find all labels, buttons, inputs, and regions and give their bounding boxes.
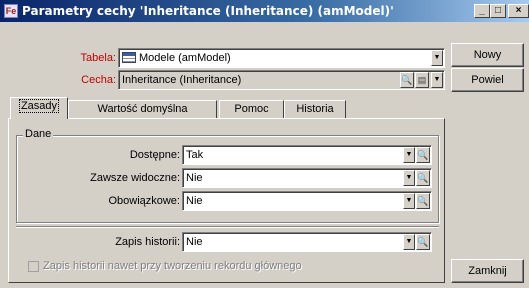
tab-historia[interactable]: Historia bbox=[284, 100, 346, 119]
zapis-historii-label: Zapis historii: bbox=[115, 236, 180, 248]
cecha-value: Inheritance (Inheritance) bbox=[122, 74, 242, 86]
zapis-historii-checkbox[interactable] bbox=[28, 261, 39, 272]
cecha-zoom-icon[interactable]: 🔍 bbox=[400, 72, 414, 88]
zawsze-widoczne-zoom-icon[interactable]: 🔍 bbox=[416, 170, 430, 186]
dostepne-zoom-icon[interactable]: 🔍 bbox=[416, 147, 430, 163]
obowiazkowe-field[interactable]: Nie bbox=[182, 191, 432, 211]
window-title: Parametry cechy 'Inheritance (Inheritanc… bbox=[22, 4, 394, 18]
maximize-button[interactable]: □ bbox=[490, 4, 506, 18]
obowiazkowe-label: Obowiązkowe: bbox=[108, 195, 180, 207]
minimize-button[interactable]: _ bbox=[474, 4, 490, 18]
zawsze-widoczne-field[interactable]: Nie bbox=[182, 168, 432, 188]
dostepne-label: Dostępne: bbox=[129, 149, 180, 161]
app-icon: Fe bbox=[4, 4, 18, 18]
tab-pomoc[interactable]: Pomoc bbox=[219, 100, 284, 119]
tabela-value: Modele (amModel) bbox=[139, 52, 231, 64]
dane-group-label: Dane bbox=[23, 128, 54, 141]
close-button[interactable]: × bbox=[508, 4, 529, 18]
zamknij-button[interactable]: Zamknij bbox=[451, 259, 524, 283]
zapis-historii-field[interactable]: Nie bbox=[182, 232, 432, 252]
zapis-historii-checkbox-label: Zapis historii nawet przy tworzeniu reko… bbox=[43, 260, 302, 272]
dostepne-field[interactable]: Tak bbox=[182, 145, 432, 165]
zapis-historii-dropdown-icon[interactable]: ▼ bbox=[403, 234, 415, 250]
cecha-field[interactable]: Inheritance (Inheritance) bbox=[118, 70, 445, 90]
zapis-historii-zoom-icon[interactable]: 🔍 bbox=[416, 234, 430, 250]
powiel-button[interactable]: Powiel bbox=[451, 68, 524, 92]
zawsze-widoczne-dropdown-icon[interactable]: ▼ bbox=[403, 170, 415, 186]
tabela-field[interactable]: Modele (amModel) bbox=[118, 48, 445, 68]
nowy-button[interactable]: Nowy bbox=[451, 43, 524, 67]
tabela-label: Tabela: bbox=[80, 52, 116, 64]
tabela-dropdown-icon[interactable]: ▼ bbox=[431, 50, 443, 66]
obowiazkowe-dropdown-icon[interactable]: ▼ bbox=[403, 193, 415, 209]
table-icon bbox=[122, 52, 136, 63]
tab-zasady[interactable]: Zasady bbox=[10, 97, 68, 119]
dostepne-dropdown-icon[interactable]: ▼ bbox=[403, 147, 415, 163]
separator bbox=[16, 226, 439, 228]
tab-wartosc-domyslna[interactable]: Wartość domyślna bbox=[68, 100, 217, 119]
zawsze-widoczne-label: Zawsze widoczne: bbox=[90, 172, 180, 184]
obowiazkowe-zoom-icon[interactable]: 🔍 bbox=[416, 193, 430, 209]
cecha-form-icon[interactable]: ▤ bbox=[415, 72, 429, 88]
cecha-dropdown-icon[interactable]: ▼ bbox=[431, 72, 443, 88]
cecha-label: Cecha: bbox=[81, 74, 116, 86]
